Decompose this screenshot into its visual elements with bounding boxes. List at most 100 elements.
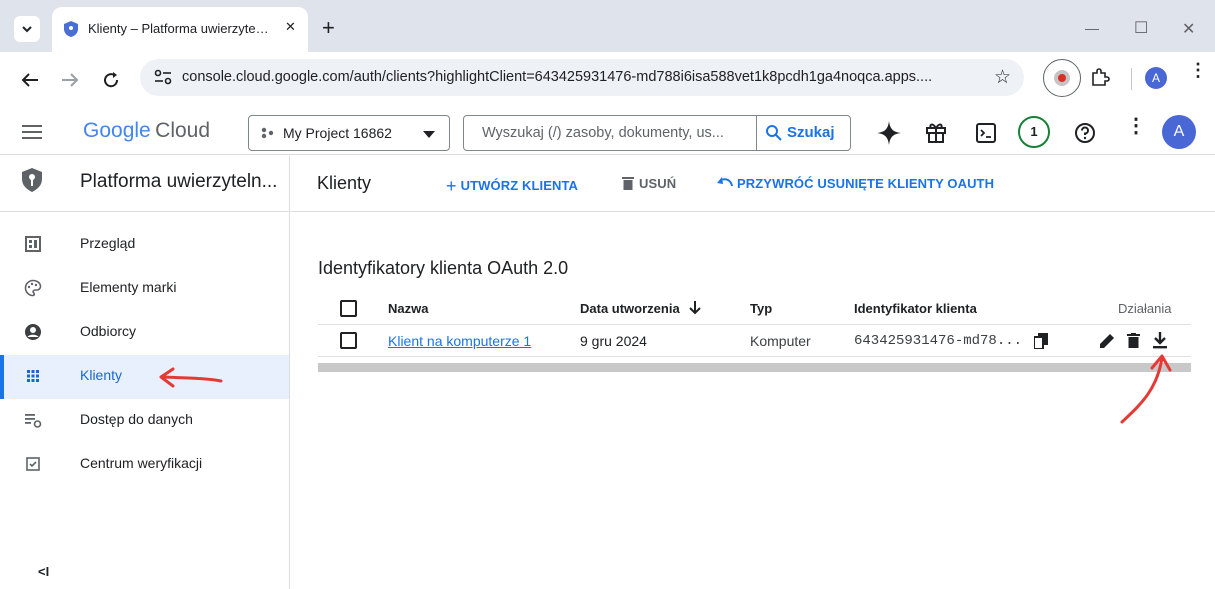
select-all-checkbox[interactable]	[340, 300, 357, 317]
client-id: 643425931476-md78...	[854, 333, 1023, 349]
collapse-sidebar-button[interactable]: <I	[38, 564, 49, 579]
annotation-arrow-sidebar	[159, 367, 223, 388]
trash-icon	[622, 177, 634, 190]
window-close-button[interactable]: ✕	[1182, 19, 1195, 39]
sidebar-item-przeglad[interactable]: Przegląd	[0, 223, 289, 267]
column-header-created[interactable]: Data utworzenia	[580, 301, 702, 316]
site-settings-icon[interactable]	[154, 69, 172, 85]
google-cloud-logo[interactable]: Google Cloud	[83, 119, 210, 143]
address-bar[interactable]: console.cloud.google.com/auth/clients?hi…	[140, 59, 1024, 96]
edit-pencil-icon[interactable]	[1100, 333, 1115, 348]
console-header: Google Cloud My Project 16862 Wyszukaj (…	[0, 110, 1215, 155]
minimize-button[interactable]: —	[1085, 20, 1099, 36]
sidebar-item-elementy-marki[interactable]: Elementy marki	[0, 267, 289, 311]
restore-label: PRZYWRÓĆ USUNIĘTE KLIENTY OAUTH	[737, 176, 995, 191]
create-client-button[interactable]: + UTWÓRZ KLIENTA	[446, 176, 578, 197]
column-header-name[interactable]: Nazwa	[388, 301, 428, 316]
notifications-badge[interactable]: 1	[1018, 116, 1050, 148]
gift-icon[interactable]	[925, 120, 947, 144]
sidebar-item-label: Dostęp do danych	[80, 411, 193, 427]
sidebar-item-dostep-do-danych[interactable]: Dostęp do danych	[0, 399, 289, 443]
restore-deleted-clients-button[interactable]: PRZYWRÓĆ USUNIĘTE KLIENTY OAUTH	[717, 176, 994, 191]
grid-icon	[27, 370, 39, 382]
page-header: Klienty + UTWÓRZ KLIENTA USUŃ PRZYWRÓĆ US…	[291, 156, 1215, 212]
tab-title: Klienty – Platforma uwierzyte…	[88, 21, 269, 36]
new-tab-button[interactable]: +	[322, 15, 335, 41]
reload-icon[interactable]	[101, 70, 121, 90]
cloud-shell-icon[interactable]	[976, 123, 996, 143]
profile-avatar[interactable]: A	[1145, 67, 1167, 89]
sidebar-item-label: Centrum weryfikacji	[80, 455, 203, 471]
auth-platform-shield-icon	[22, 168, 42, 192]
sidebar-item-klienty[interactable]: Klienty	[0, 355, 289, 399]
browser-toolbar: console.cloud.google.com/auth/clients?hi…	[0, 52, 1215, 110]
search-input[interactable]: Wyszukaj (/) zasoby, dokumenty, us...	[482, 125, 754, 141]
sidebar-item-odbiorcy[interactable]: Odbiorcy	[0, 311, 289, 355]
search-icon	[766, 125, 782, 141]
bookmark-star-icon[interactable]: ☆	[994, 66, 1011, 89]
search-button-label: Szukaj	[787, 124, 835, 141]
forward-arrow-icon[interactable]	[60, 71, 80, 89]
page-title: Klienty	[317, 173, 372, 193]
column-header-type[interactable]: Typ	[750, 301, 772, 316]
delete-button[interactable]: USUŃ	[622, 176, 676, 191]
extensions-puzzle-icon[interactable]	[1090, 67, 1110, 87]
palette-icon	[24, 279, 42, 297]
column-header-client-id[interactable]: Identyfikator klienta	[854, 301, 977, 316]
search-field[interactable]: Wyszukaj (/) zasoby, dokumenty, us... Sz…	[463, 115, 851, 151]
copy-icon[interactable]	[1034, 333, 1048, 349]
sidebar-header: Platforma uwierzyteln...	[0, 156, 290, 212]
section-title: Identyfikatory klienta OAuth 2.0	[318, 258, 569, 278]
logo-cloud-text: Cloud	[155, 119, 211, 142]
chevron-down-icon	[22, 26, 32, 33]
delete-label: USUŃ	[639, 176, 677, 191]
user-avatar[interactable]: A	[1162, 115, 1196, 149]
client-name-link[interactable]: Klient na komputerze 1	[388, 333, 531, 349]
settings-more-icon[interactable]: ⋮	[1126, 116, 1146, 136]
project-dots-icon	[261, 127, 274, 139]
dashboard-icon	[25, 236, 41, 252]
sidebar-item-label: Klienty	[80, 367, 123, 383]
column-header-actions: Działania	[1118, 301, 1172, 316]
data-settings-icon	[25, 414, 42, 428]
tab-close-button[interactable]: ✕	[285, 19, 296, 35]
search-button[interactable]: Szukaj	[756, 116, 850, 150]
sort-arrow-down-icon	[689, 301, 702, 315]
horizontal-scrollbar[interactable]	[318, 363, 1191, 372]
sidebar-title: Platforma uwierzyteln...	[80, 171, 278, 192]
delete-trash-icon[interactable]	[1127, 333, 1140, 348]
sidebar-item-label: Przegląd	[80, 235, 136, 251]
sidebar-item-centrum-weryfikacji[interactable]: Centrum weryfikacji	[0, 443, 289, 487]
row-checkbox[interactable]	[340, 332, 357, 349]
toolbar-divider	[1131, 68, 1132, 90]
url-text: console.cloud.google.com/auth/clients?hi…	[182, 69, 933, 85]
project-name: My Project 16862	[283, 125, 392, 141]
hamburger-menu-icon[interactable]	[22, 125, 42, 139]
extension-recorder-icon[interactable]	[1043, 59, 1081, 97]
account-circle-icon	[25, 324, 41, 340]
help-icon[interactable]	[1074, 122, 1096, 144]
table-row: Klient na komputerze 1 9 gru 2024 Komput…	[318, 325, 1191, 357]
browser-menu-icon[interactable]: ⋮	[1189, 61, 1207, 79]
download-icon[interactable]	[1153, 332, 1167, 349]
browser-tab-active[interactable]: Klienty – Platforma uwierzyte… ✕	[52, 7, 308, 52]
tab-search-button[interactable]	[14, 16, 40, 42]
verify-icon	[26, 457, 40, 471]
create-client-label: UTWÓRZ KLIENTA	[460, 178, 579, 193]
sidebar: Platforma uwierzyteln... Przegląd Elemen…	[0, 156, 290, 589]
client-type: Komputer	[750, 333, 811, 349]
project-selector[interactable]: My Project 16862	[248, 115, 450, 151]
gemini-sparkle-icon[interactable]	[876, 120, 902, 146]
shield-key-icon	[64, 21, 78, 37]
table-header-row: Nazwa Data utworzenia Typ Identyfikator …	[318, 293, 1191, 325]
logo-google-text: Google	[83, 119, 151, 142]
annotation-arrow-download	[1120, 354, 1172, 424]
caret-down-icon	[423, 131, 435, 138]
undo-icon	[717, 177, 733, 187]
back-arrow-icon[interactable]	[20, 71, 40, 89]
sidebar-item-label: Odbiorcy	[80, 323, 137, 339]
client-created-date: 9 gru 2024	[580, 333, 647, 349]
maximize-button[interactable]: ☐	[1134, 18, 1148, 38]
sidebar-item-label: Elementy marki	[80, 279, 177, 295]
plus-icon: +	[446, 176, 457, 196]
